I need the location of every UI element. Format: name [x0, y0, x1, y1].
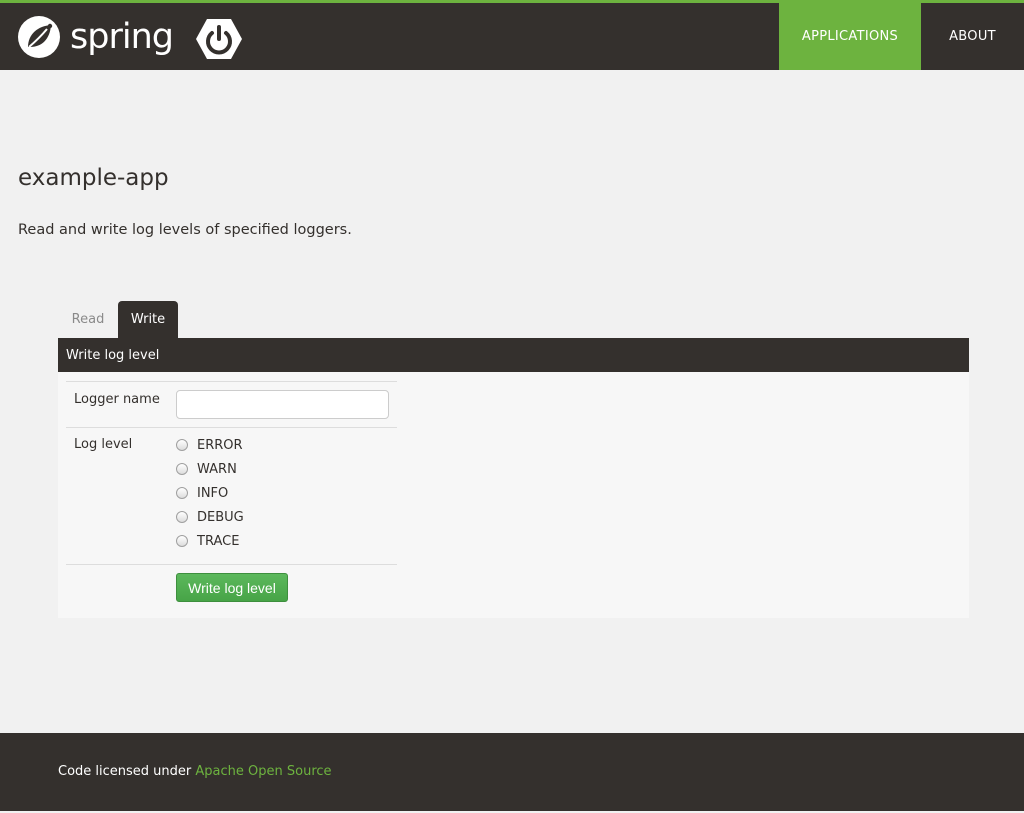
- power-icon: [196, 19, 242, 59]
- radio-button[interactable]: [176, 535, 188, 547]
- write-log-level-button[interactable]: Write log level: [176, 573, 288, 602]
- tab-read[interactable]: Read: [58, 301, 118, 338]
- log-level-option-error[interactable]: ERROR: [176, 436, 243, 454]
- spring-leaf-icon: [18, 16, 60, 58]
- apache-license-link[interactable]: Apache Open Source: [195, 764, 331, 779]
- footer: Code licensed under Apache Open Source: [0, 733, 1024, 811]
- panel-heading: Write log level: [58, 338, 969, 372]
- divider: [66, 381, 397, 382]
- log-level-option-warn[interactable]: WARN: [176, 460, 237, 478]
- main-nav: APPLICATIONS ABOUT: [779, 3, 1024, 70]
- radio-label: TRACE: [197, 533, 240, 549]
- footer-prefix: Code licensed under: [58, 764, 196, 779]
- radio-label: ERROR: [197, 437, 243, 453]
- radio-button[interactable]: [176, 439, 188, 451]
- page-description: Read and write log levels of specified l…: [18, 222, 352, 238]
- logo-wordmark: spring: [70, 17, 174, 57]
- log-level-option-info[interactable]: INFO: [176, 484, 228, 502]
- logger-name-label: Logger name: [74, 392, 160, 407]
- log-level-label: Log level: [74, 437, 133, 452]
- radio-button[interactable]: [176, 487, 188, 499]
- tab-bar: Read Write: [58, 301, 178, 338]
- radio-label: WARN: [197, 461, 237, 477]
- logger-name-input[interactable]: [176, 390, 389, 419]
- radio-button[interactable]: [176, 463, 188, 475]
- radio-label: INFO: [197, 485, 229, 501]
- nav-about[interactable]: ABOUT: [921, 3, 1024, 70]
- top-navbar: spring APPLICATIONS ABOUT: [0, 0, 1024, 70]
- divider: [66, 427, 397, 428]
- divider: [66, 564, 397, 565]
- spring-logo[interactable]: spring: [16, 13, 174, 61]
- nav-applications[interactable]: APPLICATIONS: [779, 3, 921, 70]
- footer-text: Code licensed under Apache Open Source: [58, 764, 332, 779]
- page-title: example-app: [18, 165, 169, 191]
- log-level-option-debug[interactable]: DEBUG: [176, 508, 244, 526]
- radio-button[interactable]: [176, 511, 188, 523]
- log-level-option-trace[interactable]: TRACE: [176, 532, 239, 550]
- tab-write[interactable]: Write: [118, 301, 178, 338]
- radio-label: DEBUG: [197, 509, 244, 525]
- write-log-level-panel: Write log level Logger name Log level ER…: [58, 338, 969, 618]
